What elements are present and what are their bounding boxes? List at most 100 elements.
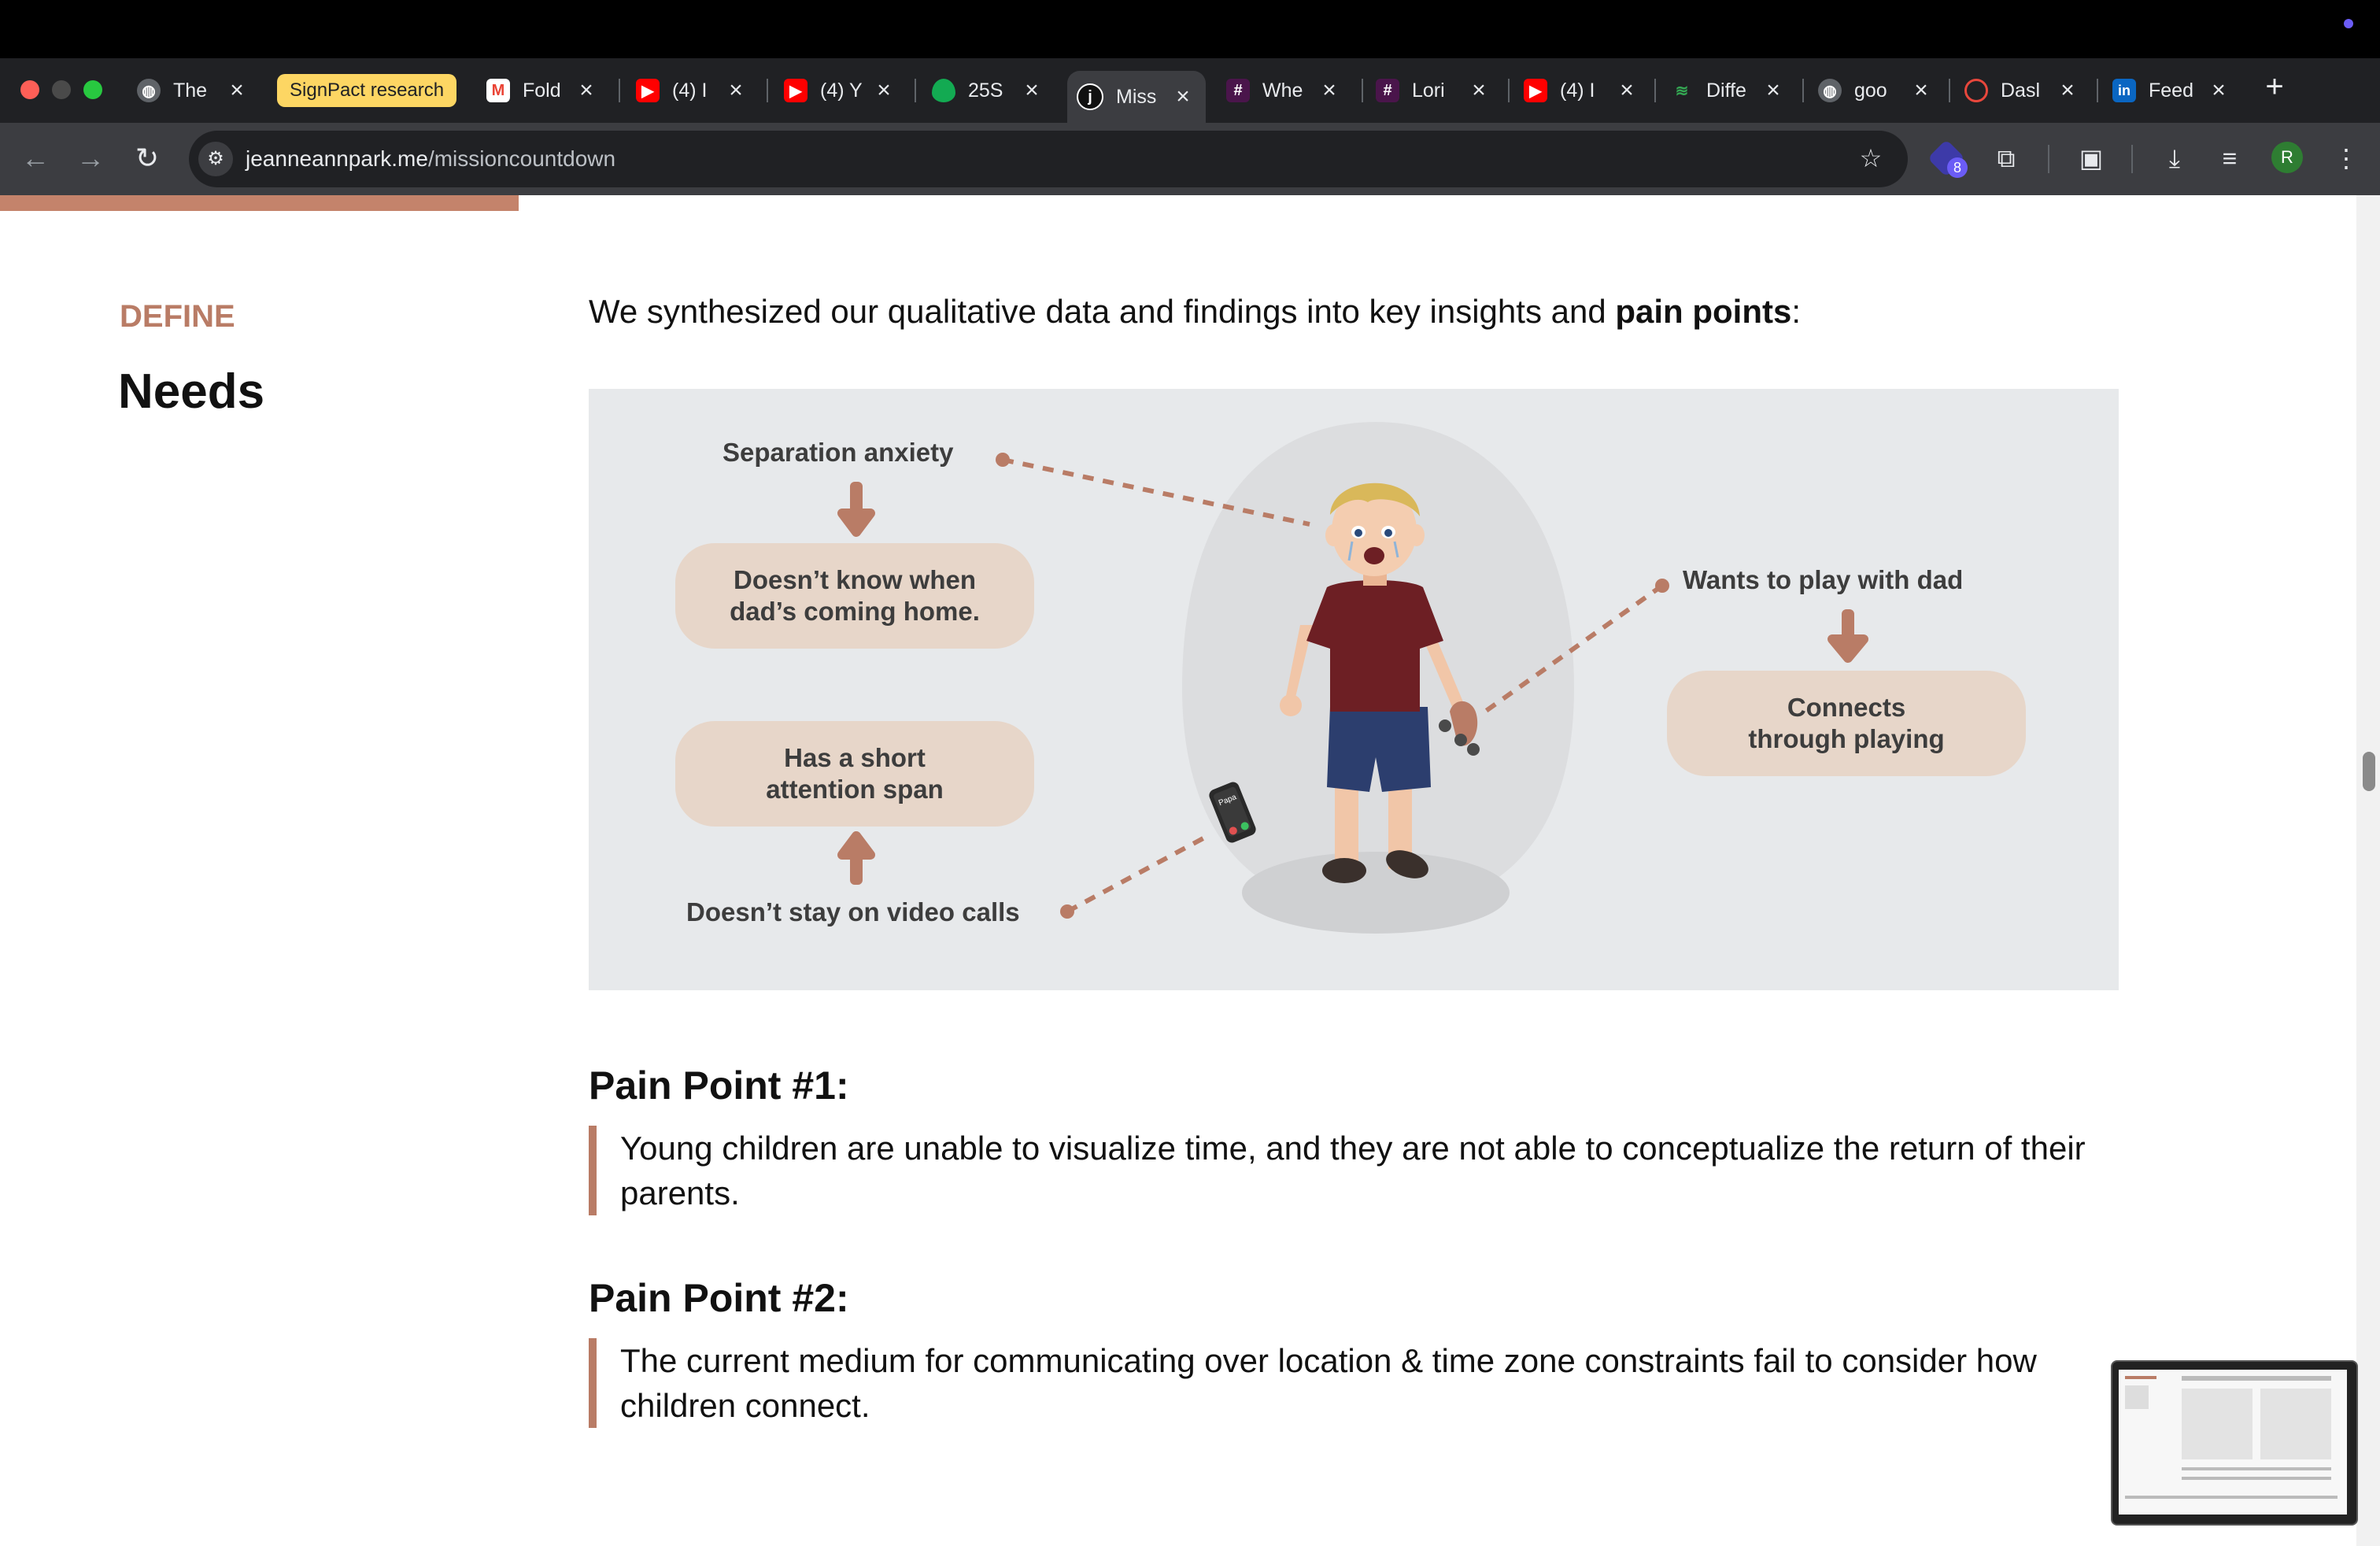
intro-end: : (1791, 293, 1802, 330)
needs-illustration: Papa Separation anxiety Doesn’t know whe… (589, 389, 2119, 990)
browser-tab[interactable]: ▶ (4) I × (626, 71, 759, 110)
close-tab-icon[interactable]: × (1909, 77, 1933, 104)
close-tab-icon[interactable]: × (724, 77, 748, 104)
reading-progress-bar (0, 195, 519, 211)
tab-separator (1508, 79, 1510, 102)
slack-icon: # (1376, 79, 1399, 102)
connector-video (1066, 832, 1212, 914)
media-queue-icon[interactable]: ≡ (2210, 139, 2249, 178)
connector-dot (1060, 904, 1074, 919)
back-arrow-icon[interactable]: ← (16, 139, 55, 178)
close-tab-icon[interactable]: × (2207, 77, 2230, 104)
tab-title: (4) I (672, 79, 708, 102)
slack-icon: # (1226, 79, 1250, 102)
browser-tab[interactable]: # Lori × (1366, 71, 1502, 110)
section-title: Needs (118, 364, 265, 419)
globe-icon: ◍ (137, 79, 161, 102)
tab-separator (1802, 79, 1804, 102)
down-arrow-icon (837, 482, 875, 537)
down-arrow-icon (1828, 609, 1868, 663)
browser-tab[interactable]: 25S × (922, 71, 1055, 110)
browser-tab[interactable]: # Whe × (1217, 71, 1352, 110)
tab-title: Dasl (2001, 79, 2041, 102)
floor-shadow (1242, 852, 1510, 934)
tab-title: Whe (1262, 79, 1303, 102)
tab-title: 25S (968, 79, 1003, 102)
close-tab-icon[interactable]: × (1467, 77, 1491, 104)
pill-line: dad’s coming home. (730, 597, 980, 626)
diff-icon: ≋ (1675, 82, 1689, 100)
gmail-icon: M (486, 79, 510, 102)
preview-content (2119, 1370, 2347, 1515)
close-tab-icon[interactable]: × (225, 77, 249, 104)
pill-doesnt-know: Doesn’t know when dad’s coming home. (675, 543, 1034, 649)
close-tab-icon[interactable]: × (575, 77, 598, 104)
close-tab-icon[interactable]: × (872, 77, 896, 104)
profile-avatar[interactable]: R (2271, 142, 2303, 173)
youtube-icon: ▶ (636, 79, 660, 102)
label-separation-anxiety: Separation anxiety (722, 438, 954, 467)
up-arrow-icon (837, 831, 875, 885)
browser-tab[interactable]: Dasl × (1955, 71, 2090, 110)
label-video-calls: Doesn’t stay on video calls (686, 897, 1020, 926)
browser-tab[interactable]: ▶ (4) I × (1514, 71, 1650, 110)
scrollbar[interactable] (2356, 195, 2380, 1546)
intro-text: We synthesized our qualitative data and … (589, 293, 1616, 330)
status-dot-icon (2344, 19, 2353, 28)
close-tab-icon[interactable]: × (1020, 77, 1044, 104)
more-menu-icon[interactable]: ⋮ (2326, 139, 2366, 178)
close-tab-icon[interactable]: × (1761, 77, 1785, 104)
close-window-button[interactable] (20, 80, 39, 99)
browser-tab-active[interactable]: j Miss × (1067, 71, 1206, 123)
download-icon[interactable]: ⤓ (2155, 139, 2194, 178)
globe-icon: ◍ (1818, 79, 1842, 102)
browser-tab[interactable]: ◍ goo × (1809, 71, 1944, 110)
section-kicker: DEFINE (120, 299, 235, 334)
browser-tab[interactable]: ▶ (4) Y × (774, 71, 907, 110)
url-host: jeanneannpark.me (246, 146, 428, 171)
puzzle-extensions-icon[interactable]: ⧉ (1986, 139, 2026, 178)
browser-tab[interactable]: ◍ The × (128, 71, 260, 110)
browser-tab[interactable]: ≋ Diffe × (1661, 71, 1796, 110)
minimize-window-button[interactable] (52, 80, 71, 99)
pain-point-quote: Young children are unable to visualize t… (589, 1126, 2119, 1215)
close-tab-icon[interactable]: × (1171, 83, 1195, 110)
tab-title: (4) I (1560, 79, 1595, 102)
youtube-icon: ▶ (1524, 79, 1547, 102)
pill-line: through playing (1748, 724, 1945, 753)
system-menu-bar (0, 0, 2380, 58)
pill-line: Has a short (784, 743, 926, 772)
site-settings-icon[interactable]: ⚙ (198, 142, 233, 176)
new-tab-button[interactable]: + (2257, 69, 2292, 104)
tab-title: Lori (1412, 79, 1445, 102)
pill-line: Connects (1787, 693, 1906, 722)
close-tab-icon[interactable]: × (1318, 77, 1341, 104)
url-text: jeanneannpark.me/missioncountdown (246, 146, 615, 172)
browser-tab[interactable]: M Fold × (477, 71, 609, 110)
pain-point-heading: Pain Point #1: (589, 1063, 849, 1108)
browser-tab[interactable]: in Feed × (2103, 71, 2241, 110)
tab-group-text: SignPact research (290, 80, 445, 101)
tab-title: goo (1854, 79, 1887, 102)
scrollbar-thumb[interactable] (2363, 752, 2375, 791)
mongodb-icon (932, 79, 955, 102)
tab-title: (4) Y (820, 79, 863, 102)
tab-title: Miss (1116, 85, 1157, 108)
tab-title: Fold (523, 79, 561, 102)
close-tab-icon[interactable]: × (1615, 77, 1639, 104)
lens-search-icon[interactable]: ▣ (2071, 139, 2111, 178)
maximize-window-button[interactable] (83, 80, 102, 99)
pain-point-quote: The current medium for communicating ove… (589, 1338, 2084, 1428)
reload-icon[interactable]: ↻ (128, 139, 167, 178)
forward-arrow-icon[interactable]: → (71, 139, 110, 178)
tab-separator (1362, 79, 1363, 102)
extension-badge: 8 (1947, 157, 1968, 178)
connector-dot (1655, 579, 1669, 593)
bookmark-star-icon[interactable]: ☆ (1851, 139, 1890, 178)
pill-short-attention: Has a short attention span (675, 721, 1034, 827)
youtube-icon: ▶ (784, 79, 808, 102)
tab-group-label[interactable]: SignPact research (277, 74, 457, 107)
close-tab-icon[interactable]: × (2056, 77, 2079, 104)
dashboard-icon (1964, 79, 1988, 102)
tab-separator (1654, 79, 1656, 102)
